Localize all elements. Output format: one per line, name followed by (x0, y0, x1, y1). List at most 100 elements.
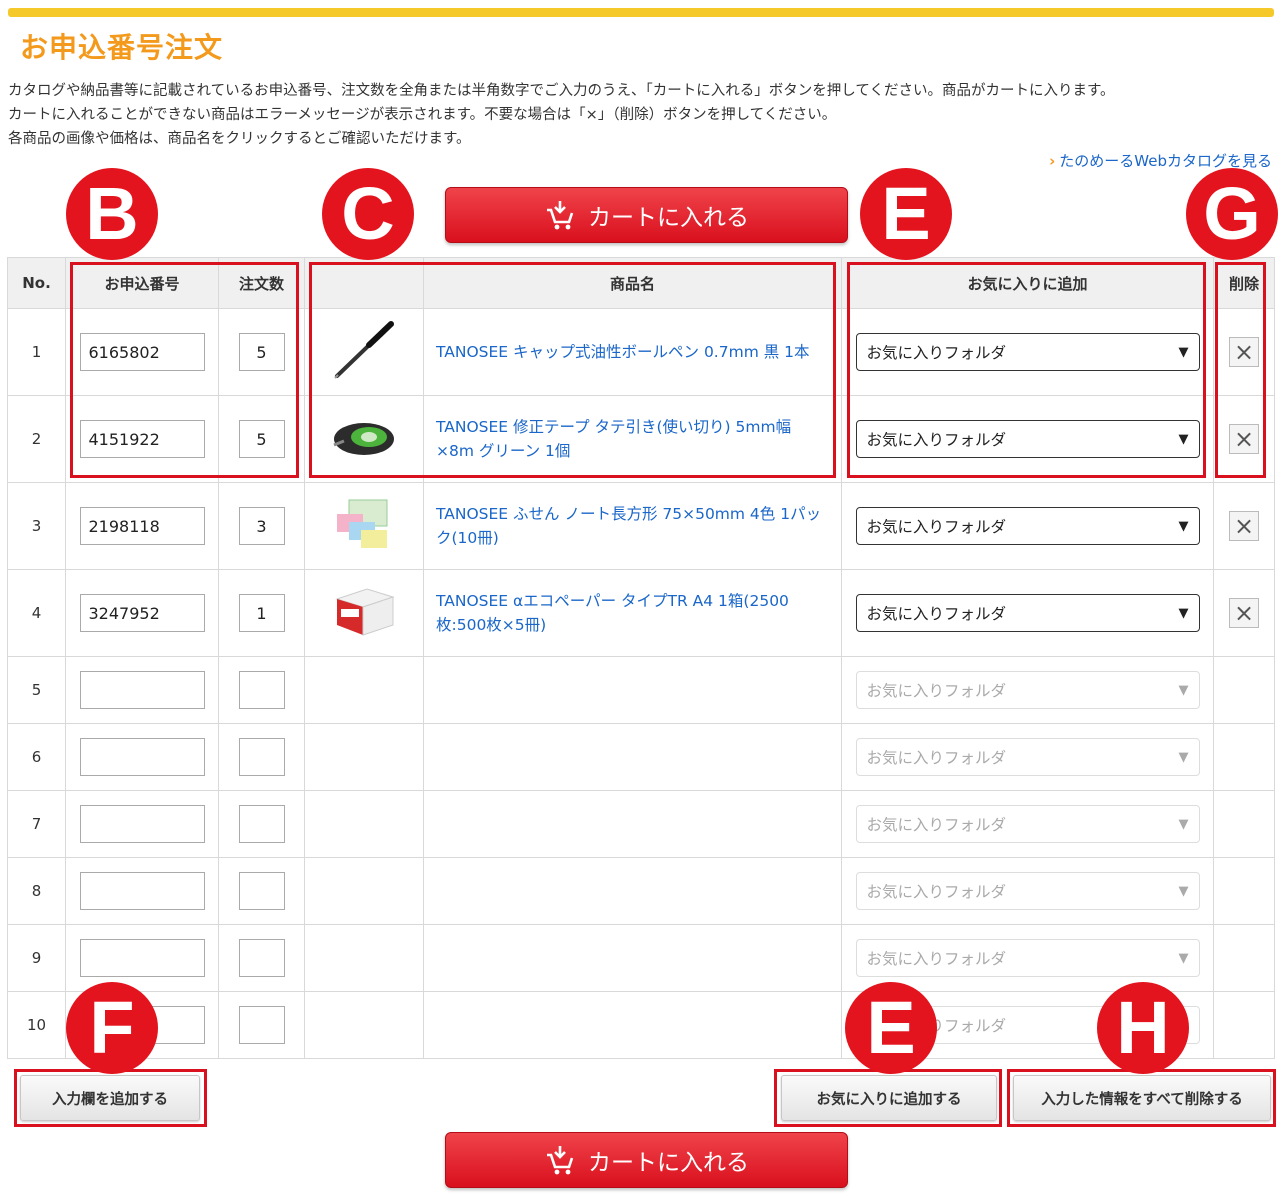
favorite-folder-select[interactable]: お気に入りフォルダ ▼ (855, 594, 1200, 632)
code-input[interactable] (79, 939, 205, 977)
close-icon: × (1233, 599, 1255, 627)
product-name-link[interactable]: TANOSEE αエコペーパー タイプTR A4 1箱(2500枚:500枚×5… (423, 569, 842, 657)
row-number: 2 (7, 395, 66, 483)
header-code: お申込番号 (65, 257, 219, 309)
code-input[interactable] (79, 333, 205, 371)
qty-input[interactable] (238, 333, 285, 371)
favorite-folder-select[interactable]: お気に入りフォルダ ▼ (855, 507, 1200, 545)
add-input-rows-button[interactable]: 入力欄を追加する (20, 1075, 200, 1121)
cart-download-icon (547, 201, 574, 230)
intro-text: カタログや納品書等に記載されているお申込番号、注文数を全角または半角数字でご入力… (8, 79, 1115, 151)
page-title: お申込番号注文 (20, 31, 224, 64)
chevron-down-icon: ▼ (1178, 816, 1189, 832)
intro-line: カートに入れることができない商品はエラーメッセージが表示されます。不要な場合は「… (8, 107, 837, 123)
table-row: 8 お気に入りフォルダ ▼ (7, 857, 1275, 925)
chevron-down-icon: ▼ (1178, 431, 1189, 447)
table-row: 3 TANOSEE ふせん ノート長方形 75×50mm 4色 1パック(10冊… (7, 482, 1275, 570)
table-row: 5 お気に入りフォルダ ▼ (7, 656, 1275, 724)
ballpoint-pen-image[interactable] (329, 320, 399, 380)
table-header-row: No. お申込番号 注文数 商品名 お気に入りに追加 削除 (7, 257, 1275, 309)
marker-g: G (1186, 168, 1278, 260)
row-number: 10 (7, 991, 66, 1059)
row-number: 6 (7, 723, 66, 791)
add-input-rows-label: 入力欄を追加する (52, 1091, 168, 1108)
qty-input[interactable] (238, 738, 285, 776)
qty-input[interactable] (238, 594, 285, 632)
header-name: 商品名 (423, 257, 842, 309)
add-to-favorites-button[interactable]: お気に入りに追加する (781, 1075, 997, 1121)
delete-row-button[interactable]: × (1229, 424, 1259, 454)
add-to-favorites-label: お気に入りに追加する (816, 1091, 962, 1108)
row-number: 8 (7, 857, 66, 925)
header-favorite: お気に入りに追加 (841, 257, 1214, 309)
product-name-link[interactable]: TANOSEE ふせん ノート長方形 75×50mm 4色 1パック(10冊) (423, 482, 842, 570)
delete-row-button[interactable]: × (1229, 511, 1259, 541)
table-row: 6 お気に入りフォルダ ▼ (7, 723, 1275, 791)
catalog-link-label: たのめーるWebカタログを見る (1059, 152, 1272, 170)
row-number: 1 (7, 308, 66, 396)
delete-row-button[interactable]: × (1229, 337, 1259, 367)
qty-input[interactable] (238, 671, 285, 709)
row-number: 5 (7, 656, 66, 724)
add-to-cart-button-bottom[interactable]: カートに入れる (445, 1132, 848, 1188)
favorite-folder-value: お気に入りフォルダ (866, 749, 1007, 767)
product-name-link[interactable]: TANOSEE 修正テープ タテ引き(使い切り) 5mm幅×8m グリーン 1個 (423, 395, 842, 483)
chevron-right-icon: › (1049, 152, 1056, 170)
favorite-folder-value: お気に入りフォルダ (866, 682, 1007, 700)
table-row: 10 お気に入りフォルダ▼ (7, 991, 1275, 1059)
add-to-cart-button-top[interactable]: カートに入れる (445, 187, 848, 243)
favorite-folder-select[interactable]: お気に入りフォルダ ▼ (855, 333, 1200, 371)
marker-e-top: E (860, 168, 952, 260)
code-input[interactable] (79, 738, 205, 776)
correction-tape-image[interactable] (329, 407, 399, 467)
qty-input[interactable] (238, 1006, 285, 1044)
table-row: 4 TANOSEE αエコペーパー タイプTR A4 1箱(2500枚:500枚… (7, 569, 1275, 657)
add-to-cart-label: カートに入れる (588, 1150, 749, 1176)
favorite-folder-select[interactable]: お気に入りフォルダ ▼ (855, 420, 1200, 458)
favorite-folder-select: お気に入りフォルダ ▼ (855, 671, 1200, 709)
close-icon: × (1233, 425, 1255, 453)
code-input[interactable] (79, 872, 205, 910)
code-input[interactable] (79, 420, 205, 458)
product-name-link[interactable]: TANOSEE キャップ式油性ボールペン 0.7mm 黒 1本 (423, 308, 842, 396)
qty-input[interactable] (238, 420, 285, 458)
row-number: 7 (7, 790, 66, 858)
chevron-down-icon: ▼ (1178, 682, 1189, 698)
top-accent-bar (8, 8, 1274, 17)
marker-c: C (322, 168, 414, 260)
qty-input[interactable] (238, 805, 285, 843)
favorite-folder-value: お気に入りフォルダ (866, 518, 1007, 536)
table-row: 7 お気に入りフォルダ ▼ (7, 790, 1275, 858)
code-input[interactable] (79, 507, 205, 545)
intro-line: 各商品の画像や価格は、商品名をクリックするとご確認いただけます。 (8, 131, 471, 147)
qty-input[interactable] (238, 939, 285, 977)
row-number: 4 (7, 569, 66, 657)
favorite-folder-select: お気に入りフォルダ ▼ (855, 872, 1200, 910)
favorite-folder-value: お気に入りフォルダ (866, 816, 1007, 834)
clear-all-label: 入力した情報をすべて削除する (1041, 1091, 1243, 1108)
marker-e-bottom: E (845, 982, 937, 1074)
delete-row-button[interactable]: × (1229, 598, 1259, 628)
code-input[interactable] (79, 671, 205, 709)
marker-b: B (66, 168, 158, 260)
chevron-down-icon: ▼ (1178, 883, 1189, 899)
add-to-cart-label: カートに入れる (588, 205, 749, 231)
favorite-folder-select: お気に入りフォルダ ▼ (855, 805, 1200, 843)
copy-paper-box-image[interactable] (329, 581, 399, 641)
qty-input[interactable] (238, 507, 285, 545)
code-input[interactable] (79, 805, 205, 843)
clear-all-button[interactable]: 入力した情報をすべて削除する (1013, 1075, 1271, 1121)
code-input[interactable] (79, 594, 205, 632)
cart-download-icon (547, 1146, 574, 1175)
favorite-folder-value: お気に入りフォルダ (866, 431, 1007, 449)
close-icon: × (1233, 512, 1255, 540)
chevron-down-icon: ▼ (1178, 950, 1189, 966)
qty-input[interactable] (238, 872, 285, 910)
sticky-notes-image[interactable] (329, 494, 399, 554)
intro-line: カタログや納品書等に記載されているお申込番号、注文数を全角または半角数字でご入力… (8, 83, 1115, 99)
table-row: 9 お気に入りフォルダ ▼ (7, 924, 1275, 992)
favorite-folder-value: お気に入りフォルダ (866, 605, 1007, 623)
chevron-down-icon: ▼ (1178, 749, 1189, 765)
header-image (304, 257, 424, 309)
marker-f: F (66, 982, 158, 1074)
